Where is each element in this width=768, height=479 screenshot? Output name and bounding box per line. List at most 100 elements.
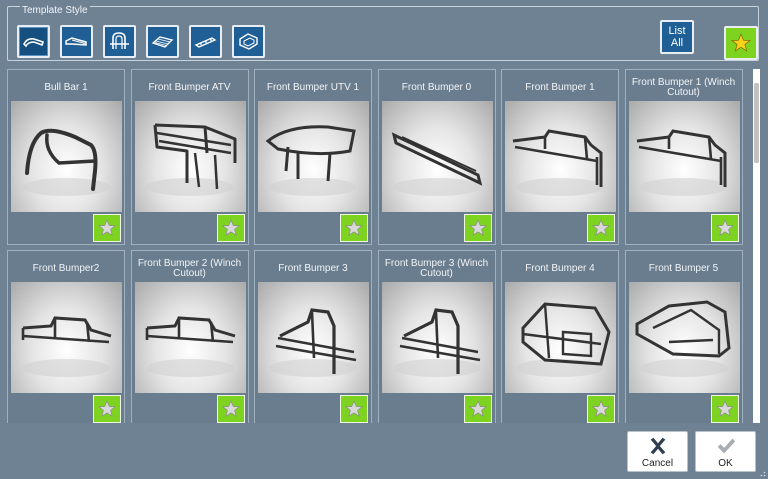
- template-card[interactable]: Bull Bar 1: [7, 69, 125, 245]
- star-icon: [221, 400, 240, 417]
- close-icon: [650, 437, 665, 454]
- template-card-title: Front Bumper 2 (Winch Cutout): [137, 258, 242, 279]
- list-all-label-line2: All: [670, 37, 684, 49]
- style-grille-button[interactable]: [146, 25, 179, 58]
- template-thumbnail[interactable]: [381, 101, 493, 212]
- favorite-toggle-button[interactable]: [587, 395, 615, 423]
- favorite-toggle-button[interactable]: [710, 214, 739, 242]
- favorite-toggle-button[interactable]: [216, 395, 245, 423]
- bumper-rail-icon: [194, 37, 217, 48]
- template-card[interactable]: Front Bumper 3 (Winch Cutout): [377, 250, 496, 423]
- template-thumbnail[interactable]: [628, 282, 740, 393]
- template-thumbnail[interactable]: [381, 282, 493, 393]
- template-card[interactable]: Front Bumper 1 (Winch Cutout): [624, 69, 743, 245]
- star-icon: [344, 400, 364, 417]
- scrollbar-thumb[interactable]: [754, 83, 759, 163]
- bumper-preview-image: [22, 128, 110, 196]
- template-card-title: Front Bumper 0: [401, 82, 472, 93]
- template-thumbnail[interactable]: [134, 282, 246, 393]
- template-card-title: Front Bumper 5: [648, 263, 719, 274]
- bumper-preview-image: [269, 308, 357, 377]
- bumper-preview-image: [392, 308, 481, 377]
- style-bumper-plate-button[interactable]: [60, 25, 93, 58]
- template-thumbnail[interactable]: [11, 101, 122, 212]
- cancel-label: Cancel: [641, 457, 674, 469]
- bumper-plate-icon: [65, 37, 87, 46]
- list-all-label-line1: List: [668, 25, 686, 37]
- template-card[interactable]: Front Bumper2: [7, 250, 125, 423]
- style-bumper-bar-button[interactable]: [17, 25, 50, 58]
- list-all-button[interactable]: List All: [660, 20, 694, 54]
- style-cage-bumper-button[interactable]: [232, 25, 265, 58]
- cage-bumper-icon: [239, 33, 258, 50]
- resize-grip-icon[interactable]: [758, 469, 766, 477]
- checkmark-icon: [717, 438, 735, 453]
- favorite-toggle-button[interactable]: [340, 395, 368, 423]
- bumper-preview-image: [391, 132, 482, 196]
- star-icon: [97, 219, 117, 236]
- template-card[interactable]: Front Bumper UTV 1: [254, 69, 372, 245]
- grille-icon: [151, 36, 174, 48]
- favorite-toggle-button[interactable]: [587, 214, 615, 242]
- template-card[interactable]: Front Bumper 3: [254, 250, 372, 423]
- star-icon: [591, 219, 611, 236]
- template-card-title: Front Bumper2: [32, 263, 100, 274]
- favorite-toggle-button[interactable]: [710, 395, 739, 423]
- template-card-title: Front Bumper UTV 1: [266, 82, 360, 93]
- template-card[interactable]: Front Bumper 4: [501, 250, 619, 423]
- style-bull-bar-button[interactable]: [103, 25, 136, 58]
- bumper-preview-image: [265, 125, 357, 196]
- star-icon: [715, 400, 734, 417]
- favorite-toggle-button[interactable]: [340, 214, 368, 242]
- template-thumbnail[interactable]: [11, 282, 122, 393]
- template-card-title: Front Bumper ATV: [148, 82, 231, 93]
- star-icon: [97, 400, 117, 417]
- template-gallery: Bull Bar 1 Front Bumper ATV Front Bumper U…: [7, 69, 760, 423]
- template-card-title: Front Bumper 3: [278, 263, 348, 274]
- ok-label: OK: [718, 457, 733, 469]
- star-icon: [731, 33, 751, 52]
- star-icon: [591, 400, 611, 417]
- bumper-preview-image: [635, 300, 731, 377]
- favorite-toggle-button[interactable]: [93, 395, 121, 423]
- template-thumbnail[interactable]: [134, 101, 246, 212]
- bumper-preview-image: [145, 123, 236, 196]
- ok-button[interactable]: OK: [695, 431, 756, 472]
- bumper-preview-image: [145, 316, 235, 377]
- cancel-button[interactable]: Cancel: [627, 431, 688, 472]
- template-card[interactable]: Front Bumper 5: [624, 250, 743, 423]
- star-icon: [344, 219, 364, 236]
- template-style-group: Template Style List All: [7, 6, 759, 61]
- star-icon: [468, 219, 487, 236]
- template-card-title: Front Bumper 1: [525, 82, 595, 93]
- template-thumbnail[interactable]: [505, 282, 616, 393]
- template-card-title: Front Bumper 1 (Winch Cutout): [631, 77, 736, 98]
- template-card-title: Front Bumper 4: [525, 263, 595, 274]
- favorites-filter-button[interactable]: [724, 26, 758, 60]
- bumper-preview-image: [21, 316, 112, 377]
- template-card[interactable]: Front Bumper 2 (Winch Cutout): [130, 250, 249, 423]
- bumper-preview-image: [516, 302, 611, 377]
- template-thumbnail[interactable]: [258, 282, 369, 393]
- template-card-title: Front Bumper 3 (Winch Cutout): [384, 258, 489, 279]
- bull-bar-icon: [110, 32, 129, 49]
- gallery-scrollbar[interactable]: [753, 69, 760, 423]
- template-thumbnail[interactable]: [258, 101, 369, 212]
- star-icon: [468, 400, 487, 417]
- bumper-preview-image: [512, 129, 604, 196]
- template-thumbnail[interactable]: [628, 101, 740, 212]
- favorite-toggle-button[interactable]: [463, 395, 492, 423]
- favorite-toggle-button[interactable]: [216, 214, 245, 242]
- template-style-title: Template Style: [20, 5, 90, 16]
- favorite-toggle-button[interactable]: [463, 214, 492, 242]
- template-card[interactable]: Front Bumper 0: [377, 69, 496, 245]
- template-thumbnail[interactable]: [505, 101, 616, 212]
- star-icon: [221, 219, 240, 236]
- template-card[interactable]: Front Bumper ATV: [130, 69, 249, 245]
- template-card-title: Bull Bar 1: [44, 82, 88, 93]
- template-card[interactable]: Front Bumper 1: [501, 69, 619, 245]
- favorite-toggle-button[interactable]: [93, 214, 121, 242]
- bumper-preview-image: [636, 129, 728, 196]
- bumper-bar-icon: [23, 38, 45, 48]
- style-bumper-rail-button[interactable]: [189, 25, 222, 58]
